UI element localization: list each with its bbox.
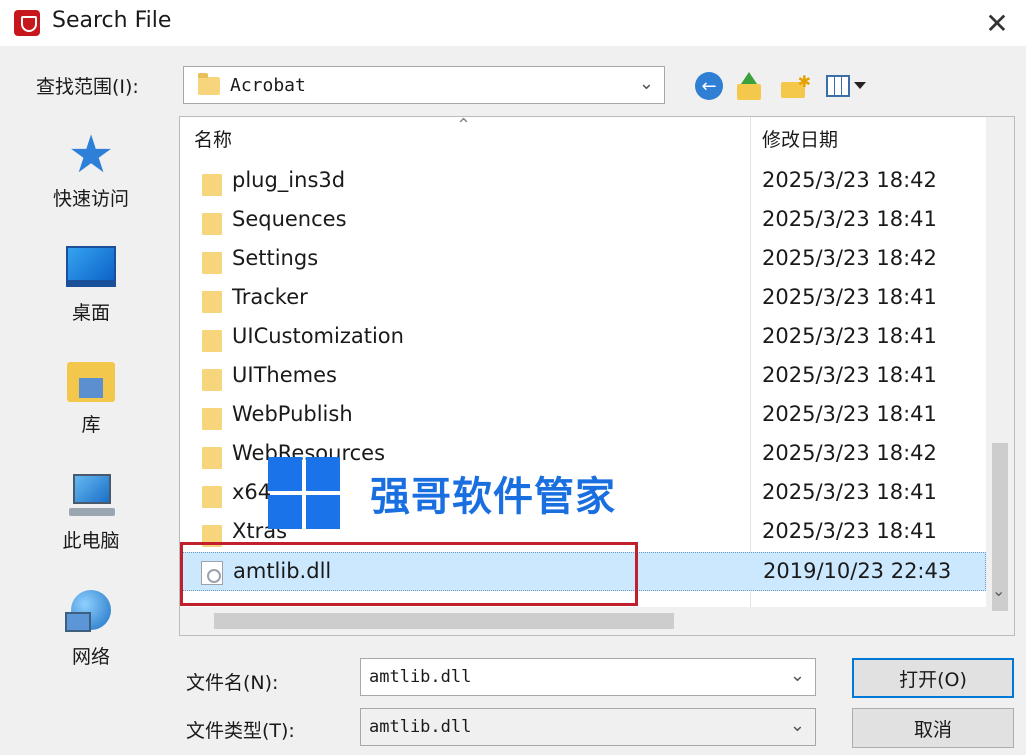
folder-icon bbox=[202, 486, 222, 508]
filetype-value: amtlib.dll bbox=[369, 717, 472, 737]
item-name: Sequences bbox=[232, 207, 347, 231]
window-title: Search File bbox=[52, 8, 172, 33]
filename-label: 文件名(N): bbox=[186, 672, 279, 694]
item-name: amtlib.dll bbox=[233, 559, 332, 583]
filetype-combobox[interactable]: amtlib.dll ⌄ bbox=[360, 708, 816, 746]
network-icon bbox=[63, 590, 119, 636]
item-date: 2025/3/23 18:42 bbox=[762, 246, 937, 270]
new-folder-button[interactable]: ✱ bbox=[780, 70, 811, 102]
list-item-selected[interactable]: amtlib.dll 2019/10/23 22:43 bbox=[180, 552, 986, 591]
item-date: 2025/3/23 18:41 bbox=[762, 363, 937, 387]
place-label: 此电脑 bbox=[62, 530, 120, 552]
list-item[interactable]: Settings 2025/3/23 18:42 bbox=[180, 240, 986, 279]
item-date: 2025/3/23 18:42 bbox=[762, 441, 937, 465]
scrollbar-thumb[interactable] bbox=[214, 613, 674, 629]
item-name: UICustomization bbox=[232, 324, 404, 348]
open-button[interactable]: 打开(O) bbox=[852, 658, 1014, 698]
folder-icon bbox=[202, 408, 222, 430]
item-date: 2025/3/23 18:41 bbox=[762, 480, 937, 504]
place-quick-access[interactable]: ★ 快速访问 bbox=[40, 125, 142, 211]
item-date: 2025/3/23 18:41 bbox=[762, 402, 937, 426]
filetype-label: 文件类型(T): bbox=[186, 720, 295, 742]
folder-icon bbox=[202, 330, 222, 352]
item-date: 2025/3/23 18:42 bbox=[762, 168, 937, 192]
list-item[interactable]: UIThemes 2025/3/23 18:41 bbox=[180, 357, 986, 396]
column-header: ⌃ 名称 修改日期 bbox=[180, 117, 986, 155]
filename-combobox[interactable]: amtlib.dll ⌄ bbox=[360, 658, 816, 696]
new-folder-icon: ✱ bbox=[781, 72, 811, 100]
back-icon: ← bbox=[695, 72, 723, 100]
computer-icon bbox=[63, 474, 119, 520]
chevron-down-icon[interactable]: ⌄ bbox=[790, 715, 805, 736]
folder-icon bbox=[202, 174, 222, 196]
chevron-down-icon[interactable]: ⌄ bbox=[639, 73, 654, 94]
list-item[interactable]: UICustomization 2025/3/23 18:41 bbox=[180, 318, 986, 357]
item-name: Tracker bbox=[232, 285, 308, 309]
folder-icon bbox=[202, 369, 222, 391]
chevron-down-icon[interactable]: ⌄ bbox=[790, 665, 805, 686]
place-library[interactable]: 库 bbox=[40, 358, 142, 437]
close-button[interactable]: ✕ bbox=[968, 0, 1026, 46]
place-desktop[interactable]: 桌面 bbox=[40, 246, 142, 325]
view-menu-icon bbox=[826, 72, 866, 100]
place-label: 快速访问 bbox=[52, 188, 129, 210]
item-date: 2025/3/23 18:41 bbox=[762, 207, 937, 231]
column-date-header[interactable]: 修改日期 bbox=[762, 125, 838, 152]
back-button[interactable]: ← bbox=[694, 70, 724, 102]
column-name-header[interactable]: 名称 bbox=[194, 125, 232, 152]
item-date: 2025/3/23 18:41 bbox=[762, 519, 937, 543]
file-dialog: 查找范围(I): Acrobat ⌄ ← ✱ ★ 快速访问 桌面 库 此电脑 网… bbox=[0, 46, 1026, 755]
list-item[interactable]: WebPublish 2025/3/23 18:41 bbox=[180, 396, 986, 435]
item-date: 2019/10/23 22:43 bbox=[763, 559, 952, 583]
item-name: Settings bbox=[232, 246, 319, 270]
item-name: WebPublish bbox=[232, 402, 353, 426]
look-in-label: 查找范围(I): bbox=[36, 76, 139, 98]
file-list[interactable]: ⌃ 名称 修改日期 plug_ins3d 2025/3/23 18:42 Seq… bbox=[179, 116, 1015, 636]
sort-ascending-icon: ⌃ bbox=[456, 116, 472, 136]
desktop-icon bbox=[63, 246, 119, 292]
folder-icon bbox=[202, 525, 222, 547]
list-item[interactable]: plug_ins3d 2025/3/23 18:42 bbox=[180, 162, 986, 201]
filename-value[interactable]: amtlib.dll bbox=[369, 667, 471, 687]
item-name: UIThemes bbox=[232, 363, 337, 387]
item-name: x64 bbox=[232, 480, 272, 504]
cancel-button[interactable]: 取消 bbox=[852, 708, 1014, 748]
list-item[interactable]: Sequences 2025/3/23 18:41 bbox=[180, 201, 986, 240]
place-label: 桌面 bbox=[71, 302, 110, 324]
place-this-pc[interactable]: 此电脑 bbox=[40, 474, 142, 553]
horizontal-scrollbar[interactable] bbox=[180, 607, 988, 635]
folder-icon bbox=[202, 252, 222, 274]
place-label: 网络 bbox=[71, 646, 110, 668]
up-folder-icon bbox=[735, 72, 763, 100]
look-in-value: Acrobat bbox=[230, 75, 306, 96]
watermark: 强哥软件管家 bbox=[268, 456, 616, 530]
scroll-down-icon[interactable]: ⌄ bbox=[992, 581, 1005, 600]
place-network[interactable]: 网络 bbox=[40, 590, 142, 669]
list-item[interactable]: Tracker 2025/3/23 18:41 bbox=[180, 279, 986, 318]
folder-icon bbox=[202, 447, 222, 469]
app-shield-icon bbox=[14, 10, 40, 36]
vertical-scrollbar[interactable]: ⌄ bbox=[986, 117, 1014, 635]
folder-icon bbox=[202, 213, 222, 235]
item-date: 2025/3/23 18:41 bbox=[762, 324, 937, 348]
star-icon: ★ bbox=[67, 125, 115, 185]
windows-logo-icon bbox=[268, 457, 340, 529]
title-bar: Search File ✕ bbox=[0, 0, 1026, 46]
folder-icon bbox=[198, 73, 220, 95]
place-label: 库 bbox=[81, 414, 101, 436]
watermark-text: 强哥软件管家 bbox=[370, 474, 616, 520]
item-name: plug_ins3d bbox=[232, 168, 346, 192]
library-icon bbox=[63, 358, 119, 404]
view-menu-button[interactable] bbox=[824, 70, 868, 102]
dll-file-icon bbox=[201, 561, 223, 585]
look-in-combobox[interactable]: Acrobat ⌄ bbox=[183, 66, 665, 104]
folder-icon bbox=[202, 291, 222, 313]
item-date: 2025/3/23 18:41 bbox=[762, 285, 937, 309]
up-folder-button[interactable] bbox=[734, 70, 764, 102]
